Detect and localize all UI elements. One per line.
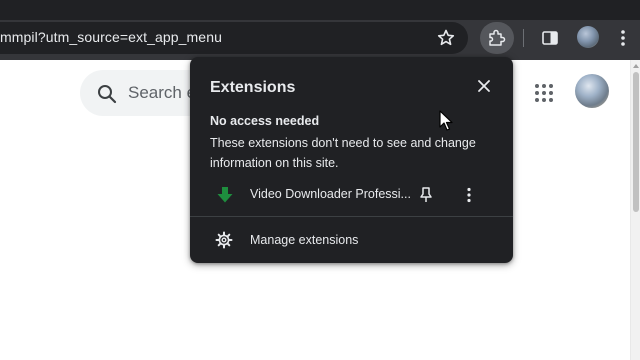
profile-avatar[interactable] xyxy=(577,26,599,48)
page-scrollbar[interactable] xyxy=(630,60,640,360)
manage-extensions-label[interactable]: Manage extensions xyxy=(250,233,358,247)
extension-item[interactable]: Video Downloader Professi... xyxy=(190,183,513,207)
gear-icon xyxy=(215,231,233,249)
three-dot-menu-icon[interactable] xyxy=(616,28,630,48)
section-heading: No access needed xyxy=(210,114,320,128)
extensions-popup: Extensions No access needed These extens… xyxy=(190,57,513,263)
popup-title: Extensions xyxy=(210,79,296,96)
address-bar-text[interactable]: mmpil?utm_source=ext_app_menu xyxy=(0,29,222,45)
extension-name[interactable]: Video Downloader Professi... xyxy=(250,187,411,201)
side-panel-icon[interactable] xyxy=(540,28,560,48)
search-placeholder: Search e xyxy=(128,83,197,102)
popup-divider xyxy=(190,216,513,217)
tab-strip xyxy=(0,0,640,20)
account-avatar[interactable] xyxy=(575,74,609,108)
close-icon[interactable] xyxy=(476,78,492,94)
pin-icon[interactable] xyxy=(418,185,434,205)
section-description: These extensions don't need to see and c… xyxy=(210,136,476,170)
manage-extensions-item[interactable]: Manage extensions xyxy=(190,229,513,251)
mouse-cursor-icon xyxy=(439,110,453,131)
more-options-icon[interactable] xyxy=(464,186,474,204)
search-icon xyxy=(98,85,117,104)
address-bar[interactable]: mmpil?utm_source=ext_app_menu xyxy=(0,22,468,54)
scroll-up-arrow-icon[interactable] xyxy=(632,62,640,70)
scrollbar-thumb[interactable] xyxy=(633,72,639,212)
green-download-arrow-icon xyxy=(217,187,233,203)
extensions-button[interactable] xyxy=(480,22,514,54)
apps-grid-icon[interactable] xyxy=(534,83,554,103)
puzzle-piece-icon xyxy=(489,29,506,46)
toolbar-divider xyxy=(523,29,524,47)
bookmark-star-icon[interactable] xyxy=(434,27,458,49)
